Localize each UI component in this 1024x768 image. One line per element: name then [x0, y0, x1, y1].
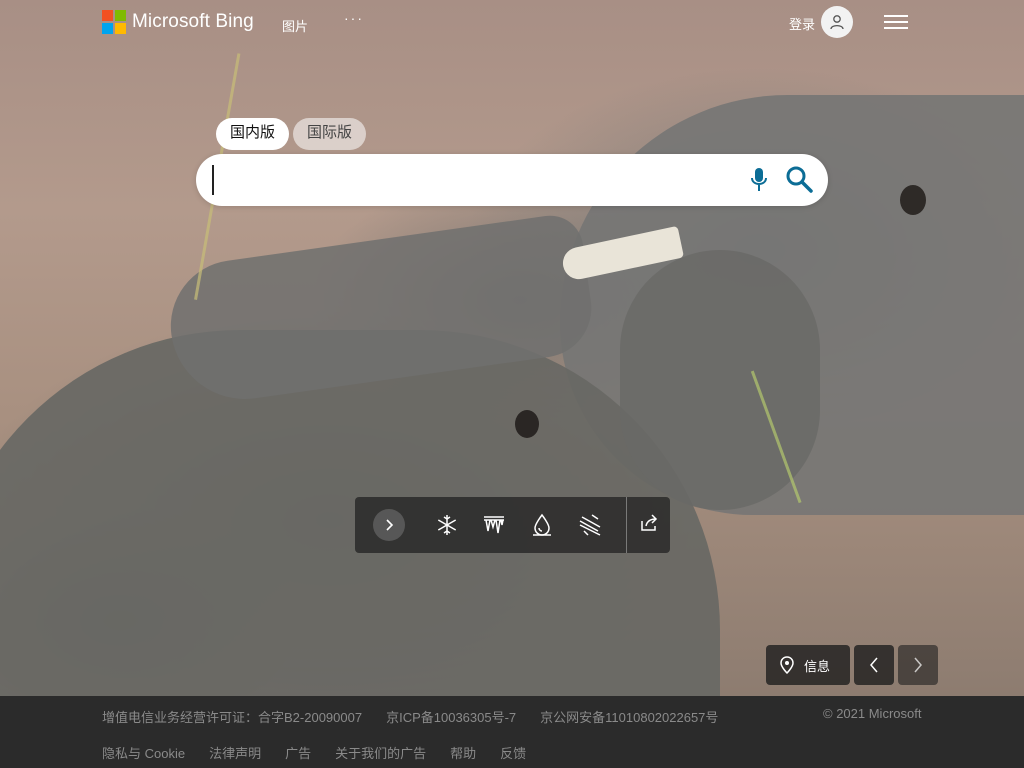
signin-link[interactable]: 登录	[789, 14, 815, 33]
info-label: 信息	[804, 658, 831, 674]
footer-link-help[interactable]: 帮助	[450, 743, 476, 762]
header: Microsoft Bing 图片 ··· 登录	[0, 0, 1024, 46]
tab-domestic[interactable]: 国内版	[216, 118, 290, 150]
location-pin-icon	[780, 656, 794, 674]
footer-link-about-ads[interactable]: 关于我们的广告	[335, 743, 426, 762]
footer-link-legal[interactable]: 法律声明	[209, 743, 261, 762]
user-avatar-icon[interactable]	[821, 6, 853, 38]
chevron-right-icon	[914, 657, 922, 673]
background-image	[0, 0, 1024, 696]
snowflake-icon[interactable]	[435, 513, 459, 537]
footer-link-feedback[interactable]: 反馈	[500, 743, 526, 762]
footer-links-row: 隐私与 Cookie 法律声明 广告 关于我们的广告 帮助 反馈	[102, 743, 526, 762]
share-icon[interactable]	[639, 513, 663, 537]
search-input[interactable]	[212, 165, 732, 195]
more-menu-button[interactable]: ···	[344, 10, 364, 26]
footer-license[interactable]: 增值电信业务经营许可证：合字B2-20090007	[102, 707, 362, 726]
wind-icon[interactable]	[578, 513, 602, 537]
footer-police-record[interactable]: 京公网安备11010802022657号	[540, 707, 718, 726]
image-toolbar	[355, 497, 670, 553]
region-tabs: 国内版 国际版	[216, 118, 367, 150]
previous-image-button[interactable]	[854, 645, 894, 685]
drop-icon[interactable]	[530, 513, 554, 537]
footer-link-privacy[interactable]: 隐私与 Cookie	[102, 743, 185, 762]
chevron-right-icon[interactable]	[373, 509, 405, 541]
footer-icp[interactable]: 京ICP备10036305号-7	[386, 707, 516, 726]
icicles-icon[interactable]	[482, 513, 506, 537]
bing-logo[interactable]: Microsoft Bing	[102, 10, 254, 34]
search-icon[interactable]	[784, 164, 814, 194]
elephant-eye	[900, 185, 926, 215]
brand-name: Microsoft Bing	[132, 11, 254, 32]
info-button[interactable]: 信息	[766, 645, 850, 685]
footer-link-ads[interactable]: 广告	[285, 743, 311, 762]
tab-international[interactable]: 国际版	[293, 118, 367, 150]
hamburger-menu-icon[interactable]	[884, 12, 908, 32]
toolbar-divider	[626, 497, 627, 553]
next-image-button[interactable]	[898, 645, 938, 685]
elephant-eye	[515, 410, 539, 438]
nav-images-link[interactable]: 图片	[282, 16, 308, 35]
chevron-left-icon	[870, 657, 878, 673]
copyright: © 2021 Microsoft	[823, 706, 922, 721]
microphone-icon[interactable]	[748, 166, 770, 194]
search-box	[196, 154, 828, 206]
microsoft-logo-icon	[102, 10, 126, 34]
footer-license-row: 增值电信业务经营许可证：合字B2-20090007 京ICP备10036305号…	[102, 707, 718, 726]
footer: 增值电信业务经营许可证：合字B2-20090007 京ICP备10036305号…	[0, 696, 1024, 768]
